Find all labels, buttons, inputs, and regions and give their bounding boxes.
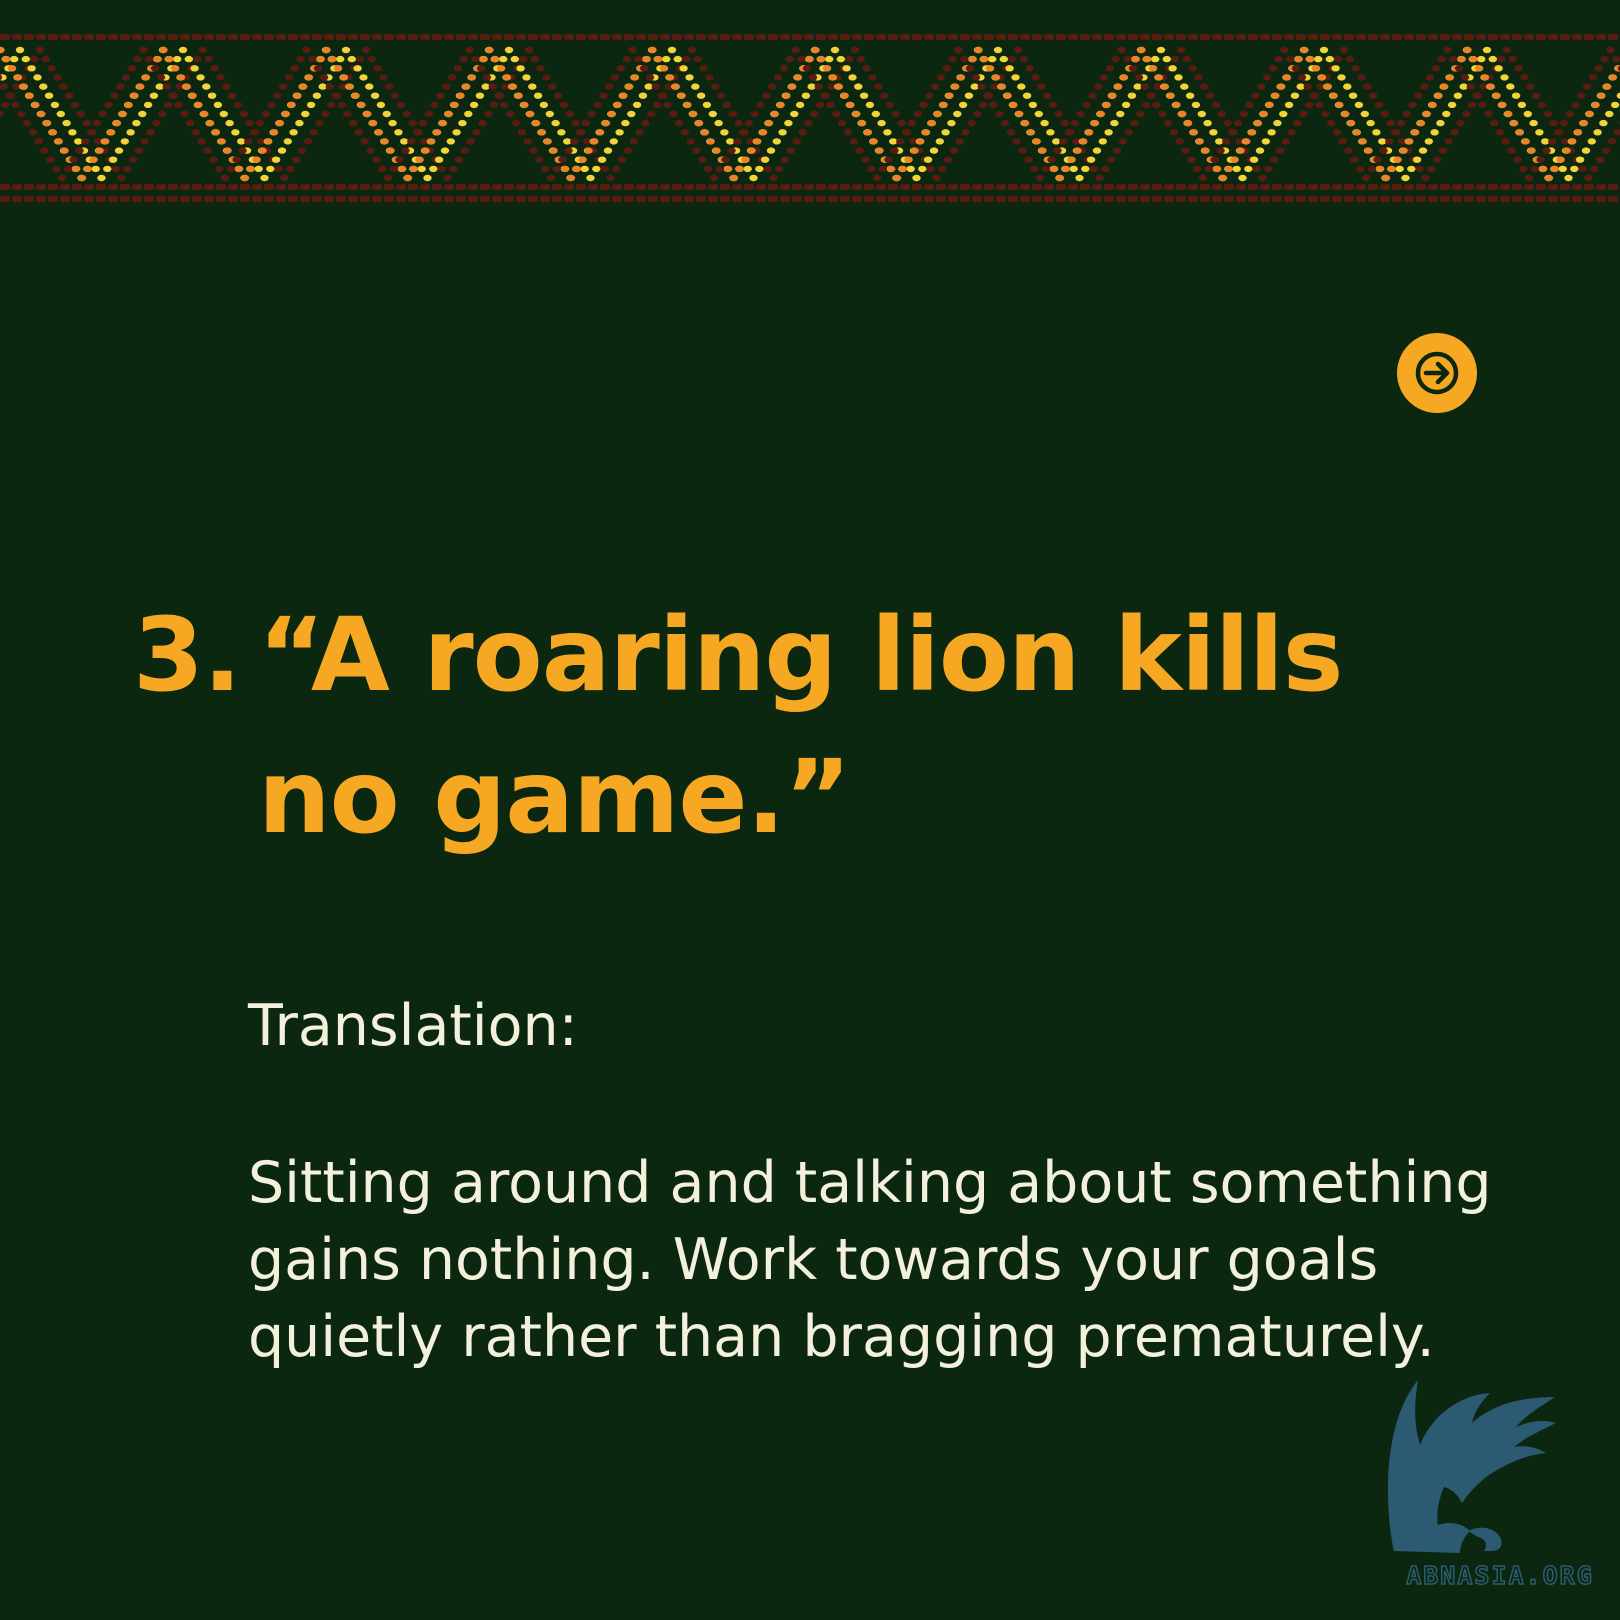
proverb-text: “A roaring lion kills no game.” xyxy=(258,596,1344,857)
next-arrow-button[interactable] xyxy=(1397,333,1477,413)
arrow-right-icon xyxy=(1415,351,1459,395)
abnasia-logo: ABNASIA.ORG xyxy=(1380,1375,1620,1595)
logo-wordmark: ABNASIA.ORG xyxy=(1405,1560,1594,1591)
translation-text: Sitting around and talking about somethi… xyxy=(248,1150,1492,1370)
griffin-icon xyxy=(1387,1380,1556,1553)
proverb-number: 3. xyxy=(133,596,242,715)
translation-label: Translation: xyxy=(248,993,578,1059)
tribal-pattern-border xyxy=(0,34,1620,202)
proverb-heading: 3. “A roaring lion kills no game.” xyxy=(133,585,1433,869)
